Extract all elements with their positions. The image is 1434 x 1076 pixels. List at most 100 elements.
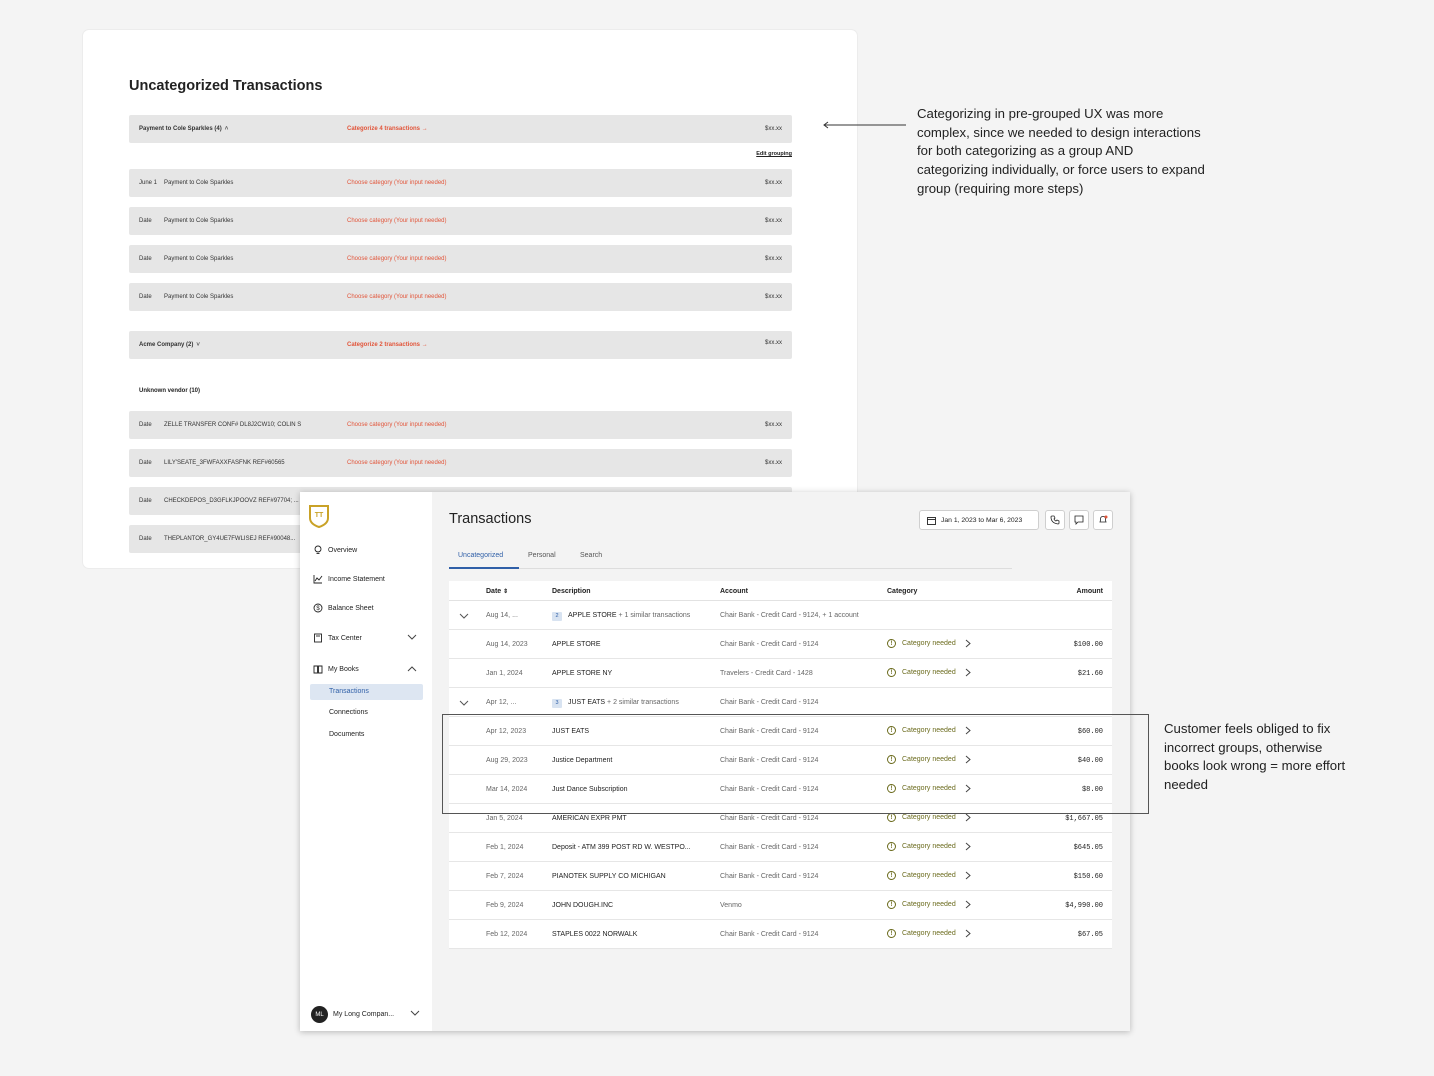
sidebar-item-label: Overview	[328, 546, 358, 554]
shield-logo-icon[interactable]: TT	[308, 504, 330, 528]
chevron-right-icon[interactable]	[965, 929, 971, 938]
category-needed-button[interactable]: ! Category needed	[887, 813, 971, 822]
wf-date: Date	[139, 294, 152, 300]
sidebar-subitem-transactions[interactable]: Transactions	[329, 688, 369, 695]
category-needed-button[interactable]: ! Category needed	[887, 842, 971, 851]
table-row[interactable]: Feb 7, 2024 PIANOTEK SUPPLY CO MICHIGAN Ch…	[449, 862, 1112, 891]
column-header-amount: Amount	[1076, 588, 1103, 595]
group-count-badge: 3	[552, 699, 562, 708]
sidebar-subitem-documents[interactable]: Documents	[329, 731, 364, 738]
wf-group-row[interactable]: Acme Company (2) ˅ Categorize 2 transacti…	[129, 331, 792, 359]
date-range-button[interactable]: Jan 1, 2023 to Mar 6, 2023	[919, 510, 1039, 530]
wf-amount: $xx.xx	[764, 340, 782, 346]
wf-row[interactable]: Date Payment to Cole Sparkles Choose cat…	[129, 245, 792, 273]
wf-date: Date	[139, 422, 152, 428]
wf-amount: $xx.xx	[764, 294, 782, 300]
row-account: Chair Bank - Credit Card - 9124	[720, 873, 819, 880]
chevron-down-icon[interactable]	[459, 613, 469, 620]
chevron-down-icon[interactable]	[410, 1010, 420, 1017]
table-row[interactable]: Aug 14, 2023 APPLE STORE Chair Bank - Cred…	[449, 630, 1112, 659]
wf-desc: Payment to Cole Sparkles	[164, 180, 234, 186]
tab-personal[interactable]: Personal	[528, 552, 556, 559]
chevron-up-icon[interactable]	[407, 665, 417, 672]
category-needed-button[interactable]: ! Category needed	[887, 639, 971, 648]
calendar-icon	[927, 516, 936, 525]
notifications-button[interactable]	[1093, 510, 1113, 530]
edit-grouping-link[interactable]: Edit grouping	[756, 151, 792, 157]
table-row[interactable]: Feb 12, 2024 STAPLES 0022 NORWALK Chair Ba…	[449, 920, 1112, 949]
avatar: ML	[311, 1006, 328, 1023]
wf-group-label: Acme Company (2) ˅	[139, 342, 200, 348]
row-description: PIANOTEK SUPPLY CO MICHIGAN	[552, 873, 666, 880]
chevron-right-icon[interactable]	[965, 639, 971, 648]
chevron-up-icon[interactable]: ˄	[225, 126, 229, 132]
lightbulb-icon	[314, 545, 322, 554]
wf-row[interactable]: June 1 Payment to Cole Sparkles Choose c…	[129, 169, 792, 197]
category-needed-button[interactable]: ! Category needed	[887, 668, 971, 677]
row-account: Venmo	[720, 902, 742, 909]
table-row[interactable]: Jan 1, 2024 APPLE STORE NY Travelers - Cre…	[449, 659, 1112, 688]
sidebar-subitem-connections[interactable]: Connections	[329, 709, 368, 716]
wf-choose-category[interactable]: Choose category (Your input needed)	[347, 218, 447, 224]
sidebar: TT Overview Income Statement $ Balance S…	[300, 492, 432, 1031]
table-row[interactable]: Feb 9, 2024 JOHN DOUGH.INC Venmo! Category …	[449, 891, 1112, 920]
active-tab-indicator	[449, 567, 519, 569]
wf-group-action[interactable]: Categorize 4 transactions →	[347, 126, 428, 132]
user-menu[interactable]: ML My Long Compan...	[311, 1006, 394, 1023]
wf-row[interactable]: Date Payment to Cole Sparkles Choose cat…	[129, 283, 792, 311]
sidebar-item-label: My Books	[328, 665, 359, 673]
annotation-incorrect-groups: Customer feels obliged to fix incorrect …	[1164, 721, 1346, 793]
wf-row[interactable]: Date ZELLE TRANSFER CONF# DL8J2CW10; COL…	[129, 411, 792, 439]
row-date: Feb 7, 2024	[486, 873, 524, 880]
chevron-down-icon[interactable]	[407, 634, 417, 641]
category-needed-button[interactable]: ! Category needed	[887, 871, 971, 880]
chevron-right-icon[interactable]	[965, 813, 971, 822]
wf-choose-category[interactable]: Choose category (Your input needed)	[347, 294, 447, 300]
phone-button[interactable]	[1045, 510, 1065, 530]
tab-uncategorized[interactable]: Uncategorized	[458, 552, 503, 559]
row-date: Aug 14, ...	[486, 612, 518, 619]
wf-choose-category[interactable]: Choose category (Your input needed)	[347, 180, 447, 186]
wf-row[interactable]: Date Payment to Cole Sparkles Choose cat…	[129, 207, 792, 235]
row-date: Aug 14, 2023	[486, 641, 528, 648]
chevron-down-icon[interactable]: ˅	[196, 342, 200, 348]
chevron-right-icon[interactable]	[965, 900, 971, 909]
category-needed-button[interactable]: ! Category needed	[887, 929, 971, 938]
wf-choose-category[interactable]: Choose category (Your input needed)	[347, 422, 447, 428]
category-needed-button[interactable]: ! Category needed	[887, 900, 971, 909]
wf-desc: CHECKDEPOS_D3GFLKJPOOVZ REF#97704; ...	[164, 498, 299, 504]
wf-desc: Payment to Cole Sparkles	[164, 218, 234, 224]
chevron-right-icon[interactable]	[965, 668, 971, 677]
column-header-category: Category	[887, 588, 918, 595]
column-header-date[interactable]: Date ⇕	[486, 588, 508, 595]
wf-choose-category[interactable]: Choose category (Your input needed)	[347, 256, 447, 262]
sidebar-item-income-statement[interactable]: Income Statement	[313, 574, 385, 584]
wf-group-action[interactable]: Categorize 2 transactions →	[347, 342, 428, 348]
tabs: Uncategorized Personal Search	[449, 544, 1012, 569]
sidebar-item-balance-sheet[interactable]: $ Balance Sheet	[313, 603, 374, 613]
wf-row[interactable]: Date LILY'SEATE_3FWFAXXFASFNK REF#60565 …	[129, 449, 792, 477]
group-count-badge: 2	[552, 612, 562, 621]
row-account: Chair Bank - Credit Card - 9124	[720, 844, 819, 851]
tab-search[interactable]: Search	[580, 552, 602, 559]
chevron-right-icon[interactable]	[965, 842, 971, 851]
sidebar-item-label: Balance Sheet	[328, 604, 374, 612]
wf-group-row[interactable]: Payment to Cole Sparkles (4) ˄ Categorize…	[129, 115, 792, 143]
group-row[interactable]: Apr 12, ... 3 JUST EATS + 2 similar transa…	[449, 688, 1112, 717]
wf-choose-category[interactable]: Choose category (Your input needed)	[347, 460, 447, 466]
sidebar-item-my-books[interactable]: My Books	[313, 664, 359, 674]
alert-circle-icon: !	[887, 813, 896, 822]
category-label: Category needed	[902, 901, 956, 908]
row-account: Travelers - Credit Card - 1428	[720, 670, 813, 677]
unknown-vendor-label: Unknown vendor (10)	[139, 388, 201, 394]
category-label: Category needed	[902, 640, 956, 647]
chevron-right-icon[interactable]	[965, 871, 971, 880]
group-row[interactable]: Aug 14, ... 2 APPLE STORE + 1 similar tran…	[449, 601, 1112, 630]
wf-desc: Payment to Cole Sparkles	[164, 256, 234, 262]
wireframe-title: Uncategorized Transactions	[129, 78, 323, 94]
sidebar-item-tax-center[interactable]: Tax Center	[313, 633, 362, 643]
chevron-down-icon[interactable]	[459, 700, 469, 707]
table-row[interactable]: Feb 1, 2024 Deposit - ATM 399 POST RD W. …	[449, 833, 1112, 862]
chat-button[interactable]	[1069, 510, 1089, 530]
sidebar-item-overview[interactable]: Overview	[313, 545, 357, 555]
